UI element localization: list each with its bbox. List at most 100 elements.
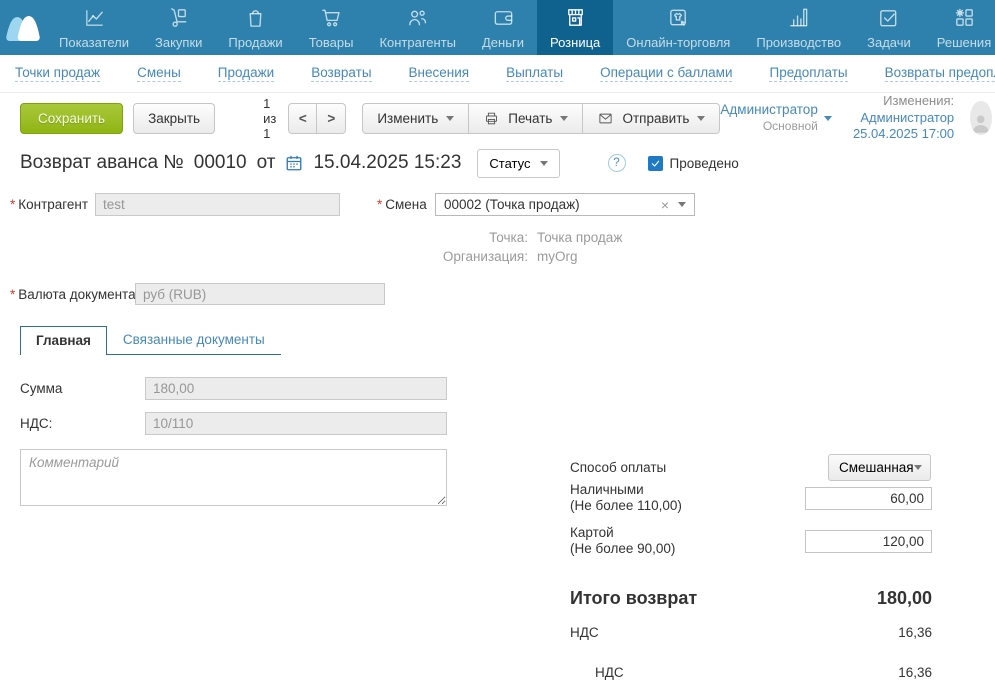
apps-gear-icon	[952, 6, 977, 32]
subnav-smeny[interactable]: Смены	[137, 65, 181, 82]
total-vat2-value: 16,36	[898, 665, 932, 680]
tab-linked-documents[interactable]: Связанные документы	[107, 326, 281, 355]
logo-icon	[0, 12, 46, 44]
total-vat-label: НДС	[570, 625, 599, 640]
point-value: Точка продаж	[537, 230, 622, 245]
help-icon[interactable]: ?	[608, 154, 626, 172]
changes-date-link[interactable]: 25.04.2025 17:00	[848, 126, 954, 143]
payment-method-value: Смешанная	[839, 460, 914, 475]
required-asterisk: *	[10, 197, 15, 212]
nav-item-roznica[interactable]: Розница	[537, 0, 613, 55]
close-button[interactable]: Закрыть	[133, 103, 215, 134]
changes-block: Изменения: Администратор 25.04.2025 17:0…	[848, 93, 954, 144]
nav-item-label: Решения	[937, 35, 991, 50]
subnav-tochki-prodazh[interactable]: Точки продаж	[15, 65, 100, 82]
currency-input[interactable]	[135, 283, 385, 305]
posted-checkbox[interactable]	[648, 156, 663, 171]
nav-item-pokazateli[interactable]: Показатели	[46, 0, 142, 55]
nav-item-zadachi[interactable]: Задачи	[854, 0, 924, 55]
cash-input[interactable]	[805, 487, 932, 510]
nav-item-resheniya[interactable]: Решения	[924, 0, 995, 55]
print-button[interactable]: Печать	[469, 103, 583, 134]
vat-input[interactable]	[145, 412, 447, 435]
sum-input[interactable]	[145, 377, 447, 400]
check-icon	[650, 158, 661, 169]
comment-textarea[interactable]	[20, 449, 447, 506]
chevron-down-icon	[697, 116, 705, 121]
subnav-vozvraty-predoplat[interactable]: Возвраты предоплат	[885, 65, 995, 82]
tab-bar: Главная Связанные документы	[20, 326, 281, 355]
app-logo[interactable]	[0, 0, 46, 55]
changes-user-link[interactable]: Администратор	[860, 110, 954, 125]
point-label: Точка:	[420, 230, 528, 245]
total-value: 180,00	[877, 588, 932, 609]
subnav-vyplaty[interactable]: Выплаты	[506, 65, 563, 82]
document-form: *Контрагент *Смена 00002 (Точка продаж) …	[0, 183, 995, 700]
chevron-down-icon	[446, 116, 454, 121]
nav-item-proizvodstvo[interactable]: Производство	[743, 0, 854, 55]
avatar[interactable]	[970, 101, 991, 135]
send-button-label: Отправить	[622, 111, 689, 126]
print-button-label: Печать	[508, 111, 552, 126]
calendar-icon[interactable]	[285, 154, 303, 172]
contractor-label: *Контрагент	[10, 197, 88, 212]
cash-label: Наличными (Не более 110,00)	[570, 482, 682, 514]
printer-icon	[483, 111, 500, 126]
subnav-vneseniya[interactable]: Внесения	[409, 65, 470, 82]
chevron-down-icon	[560, 116, 568, 121]
nav-item-label: Показатели	[59, 35, 129, 50]
user-menu[interactable]: Администратор Основной	[720, 102, 831, 134]
document-header: Возврат аванса № 00010 от 15.04.2025 15:…	[0, 143, 995, 183]
nav-item-tovary[interactable]: Товары	[296, 0, 367, 55]
document-title: Возврат аванса № 00010 от 15.04.2025 15:…	[20, 152, 461, 174]
page: Показатели Закупки Продажи Товары Контра…	[0, 0, 995, 700]
shift-select[interactable]: 00002 (Точка продаж) ×	[435, 193, 695, 216]
cart-icon	[319, 6, 344, 32]
top-navigation: Показатели Закупки Продажи Товары Контра…	[0, 0, 995, 55]
changes-label: Изменения:	[883, 93, 954, 108]
nav-item-dengi[interactable]: Деньги	[469, 0, 537, 55]
total-label: Итого возврат	[570, 588, 697, 609]
subnav-predoplaty[interactable]: Предоплаты	[769, 65, 847, 82]
wallet-icon	[491, 6, 516, 32]
organization-label: Организация:	[420, 249, 528, 264]
nav-item-label: Задачи	[867, 35, 911, 50]
tab-main[interactable]: Главная	[20, 326, 107, 355]
subnav-operacii-s-ballami[interactable]: Операции с баллами	[600, 65, 732, 82]
prev-button[interactable]: <	[288, 103, 317, 134]
subnav-vozvraty[interactable]: Возвраты	[311, 65, 371, 82]
required-asterisk: *	[10, 287, 15, 302]
toolbar: Сохранить Закрыть 1 из 1 < > Изменить Пе…	[0, 93, 995, 143]
shopping-bag-icon	[243, 6, 268, 32]
send-button[interactable]: Отправить	[583, 103, 720, 134]
nav-item-prodazhi[interactable]: Продажи	[215, 0, 295, 55]
document-number: 00010	[194, 152, 247, 174]
next-button[interactable]: >	[317, 103, 346, 134]
status-button-label: Статус	[489, 156, 530, 171]
clear-icon[interactable]: ×	[661, 197, 669, 213]
card-input[interactable]	[805, 530, 932, 553]
nav-item-online-torgovlya[interactable]: Онлайн-торговля	[613, 0, 743, 55]
contractor-input[interactable]	[95, 193, 340, 216]
nav-item-zakupki[interactable]: Закупки	[142, 0, 215, 55]
nav-item-label: Закупки	[155, 35, 202, 50]
total-vat2-label: НДС	[595, 665, 624, 680]
subnav-prodazhi[interactable]: Продажи	[218, 65, 274, 82]
nav-item-label: Деньги	[482, 35, 524, 50]
online-shop-icon	[666, 6, 691, 32]
nav-item-label: Контрагенты	[379, 35, 456, 50]
edit-button[interactable]: Изменить	[362, 103, 469, 134]
storefront-icon	[563, 6, 588, 32]
nav-item-kontragenty[interactable]: Контрагенты	[366, 0, 469, 55]
task-check-icon	[876, 6, 901, 32]
vat-label: НДС:	[20, 416, 52, 431]
payment-method-select[interactable]: Смешанная	[828, 454, 931, 481]
action-button-group: Изменить Печать Отправить	[362, 103, 720, 134]
sum-label: Сумма	[20, 381, 62, 396]
document-datetime[interactable]: 15.04.2025 15:23	[313, 152, 461, 174]
nav-item-label: Онлайн-торговля	[626, 35, 730, 50]
required-asterisk: *	[377, 197, 382, 212]
save-button[interactable]: Сохранить	[20, 103, 123, 134]
status-button[interactable]: Статус	[477, 149, 559, 178]
people-icon	[405, 6, 430, 32]
